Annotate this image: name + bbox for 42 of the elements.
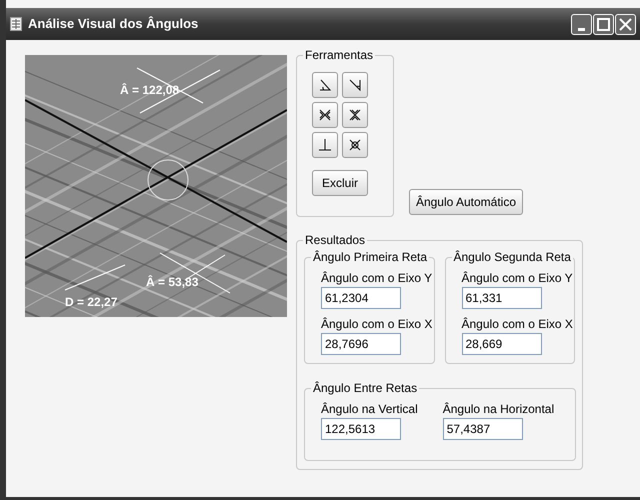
minimize-icon	[578, 28, 585, 30]
tool-button[interactable]	[312, 72, 338, 98]
app-icon	[10, 17, 22, 31]
group-title: Ângulo Primeira Reta	[311, 250, 430, 264]
tool-button[interactable]	[312, 132, 338, 158]
value-field[interactable]: 122,5613	[321, 418, 401, 440]
maximize-button[interactable]	[593, 14, 614, 34]
measurement-label: Â = 53,83	[146, 274, 198, 291]
field-label: Ângulo com o Eixo Y	[321, 271, 434, 285]
field-label: Ângulo com o Eixo Y	[462, 271, 574, 285]
group-title: Ferramentas	[303, 48, 376, 62]
value-field[interactable]: 28,7696	[321, 333, 401, 355]
measurement-label: Â = 122,08	[120, 82, 180, 99]
tool-button[interactable]	[342, 72, 368, 98]
crossing-lines-icon	[347, 107, 363, 123]
field-label: Ângulo na Vertical	[321, 402, 418, 416]
window-title: Análise Visual dos Ângulos	[28, 15, 198, 34]
group-title: Ângulo Segunda Reta	[452, 250, 573, 264]
field-label: Ângulo na Horizontal	[442, 402, 554, 416]
tool-button[interactable]	[342, 102, 368, 128]
field-label: Ângulo com o Eixo X	[462, 317, 574, 331]
perpendicular-icon	[317, 137, 333, 153]
minimize-button[interactable]	[571, 14, 592, 34]
delete-button[interactable]: Excluir	[312, 170, 368, 196]
close-icon	[619, 18, 632, 30]
crossing-lines-icon	[317, 107, 333, 123]
angle-icon	[317, 77, 333, 93]
measurement-label: D = 22,27	[65, 294, 118, 311]
right-angle-icon	[347, 77, 363, 93]
auto-angle-button[interactable]: Ângulo Automático	[409, 189, 523, 215]
crossing-circle-icon	[347, 137, 363, 153]
close-button[interactable]	[615, 14, 636, 34]
field-label: Ângulo com o Eixo X	[321, 317, 434, 331]
value-field[interactable]: 57,4387	[442, 418, 523, 440]
value-field[interactable]: 28,669	[462, 333, 542, 355]
value-field[interactable]: 61,2304	[321, 287, 401, 309]
maximize-icon	[597, 18, 610, 30]
group-title: Ângulo Entre Retas	[311, 381, 420, 395]
value-field[interactable]: 61,331	[462, 287, 542, 309]
group-title: Resultados	[303, 233, 368, 247]
tool-button[interactable]	[312, 102, 338, 128]
tool-button[interactable]	[342, 132, 368, 158]
